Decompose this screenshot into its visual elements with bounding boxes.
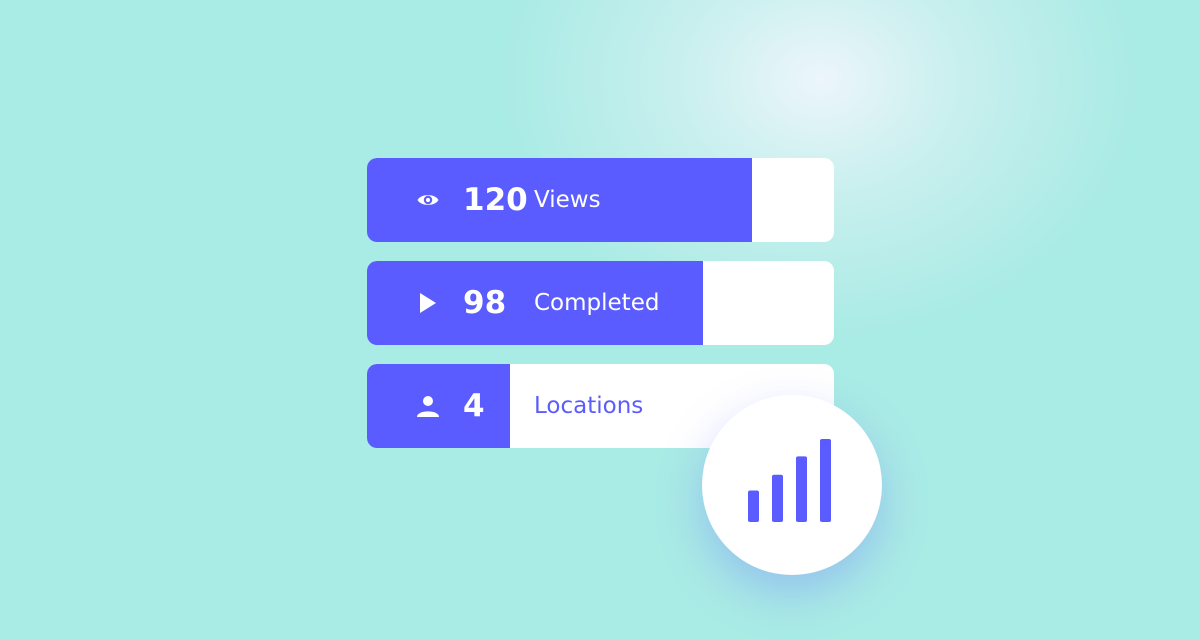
badge-bar-2 bbox=[772, 474, 783, 522]
stat-label-views: Views bbox=[534, 187, 601, 213]
badge-bar-1 bbox=[748, 490, 759, 522]
stat-row-views: 120 Views bbox=[367, 158, 834, 242]
badge-bar-4 bbox=[820, 439, 831, 522]
stat-label-completed: Completed bbox=[534, 290, 660, 316]
stat-row-completed: 98 Completed bbox=[367, 261, 834, 345]
play-icon bbox=[416, 291, 440, 315]
eye-icon bbox=[416, 188, 440, 212]
stat-value-completed: 98 bbox=[463, 285, 507, 321]
stat-label-locations: Locations bbox=[534, 393, 644, 419]
bar-chart-icon bbox=[748, 439, 831, 522]
stat-value-views: 120 bbox=[463, 182, 528, 218]
analytics-badge bbox=[702, 395, 882, 575]
user-icon bbox=[416, 394, 440, 418]
stat-value-locations: 4 bbox=[463, 388, 485, 424]
badge-bar-3 bbox=[796, 456, 807, 522]
